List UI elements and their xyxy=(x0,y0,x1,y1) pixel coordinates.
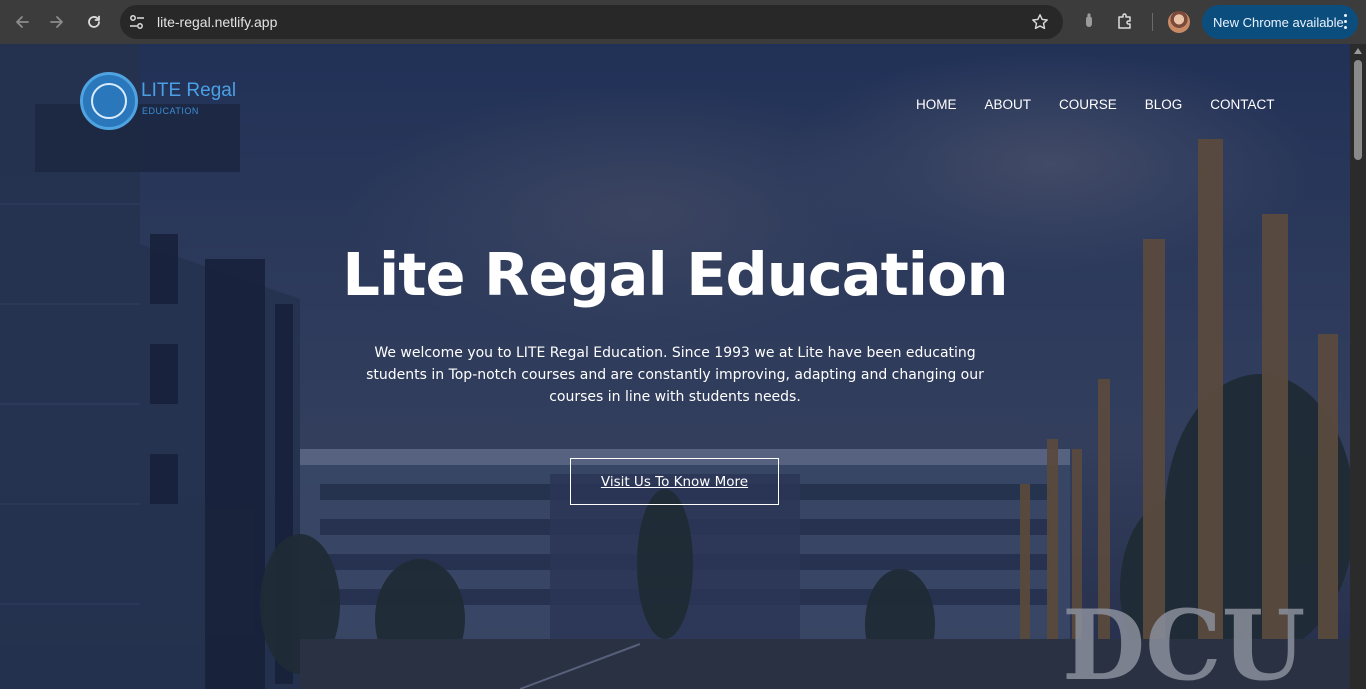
update-chrome-button[interactable]: New Chrome available xyxy=(1202,5,1358,39)
scrollbar-thumb[interactable] xyxy=(1354,60,1362,160)
reload-icon xyxy=(88,15,100,28)
nav-link-home[interactable]: HOME xyxy=(916,97,957,112)
toolbar-divider xyxy=(1152,13,1153,31)
nav-link-about[interactable]: ABOUT xyxy=(985,97,1032,112)
address-bar[interactable]: lite-regal.netlify.app xyxy=(120,5,1063,39)
visit-us-button[interactable]: Visit Us To Know More xyxy=(570,458,779,505)
logo-title: LITE Regal xyxy=(141,80,237,101)
site-navigation: HOME ABOUT COURSE BLOG CONTACT xyxy=(916,97,1303,112)
page-scrollbar[interactable] xyxy=(1350,44,1366,689)
logo-crest-icon xyxy=(80,72,138,130)
logo-subtitle: EDUCATION xyxy=(142,106,199,116)
browser-toolbar: lite-regal.netlify.app New Chrome availa… xyxy=(0,0,1366,44)
extension-icon[interactable] xyxy=(1079,11,1099,31)
dcu-sign-text: DCU xyxy=(1062,589,1305,689)
nav-link-course[interactable]: COURSE xyxy=(1059,97,1117,112)
reload-button[interactable] xyxy=(80,8,108,36)
url-text[interactable]: lite-regal.netlify.app xyxy=(157,13,277,31)
hero-title: Lite Regal Education xyxy=(342,240,1008,309)
back-button[interactable] xyxy=(8,8,36,36)
forward-button[interactable] xyxy=(43,8,71,36)
site-logo[interactable]: LITE Regal EDUCATION xyxy=(80,72,250,132)
forward-arrow-icon xyxy=(50,16,63,28)
nav-link-blog[interactable]: BLOG xyxy=(1145,97,1183,112)
kebab-menu-icon[interactable] xyxy=(1344,14,1348,30)
profile-avatar[interactable] xyxy=(1168,11,1190,33)
bookmark-star-icon[interactable] xyxy=(1031,13,1049,31)
site-settings-icon[interactable] xyxy=(128,13,146,31)
scroll-up-arrow-icon[interactable] xyxy=(1354,48,1362,54)
update-label: New Chrome available xyxy=(1213,14,1344,30)
nav-link-contact[interactable]: CONTACT xyxy=(1210,97,1274,112)
hero-description: We welcome you to LITE Regal Education. … xyxy=(366,345,984,405)
puzzle-icon[interactable] xyxy=(1115,11,1135,31)
page-viewport: DCU LITE Regal EDUCATION HOME ABOUT COUR… xyxy=(0,44,1350,689)
back-arrow-icon xyxy=(16,16,29,28)
